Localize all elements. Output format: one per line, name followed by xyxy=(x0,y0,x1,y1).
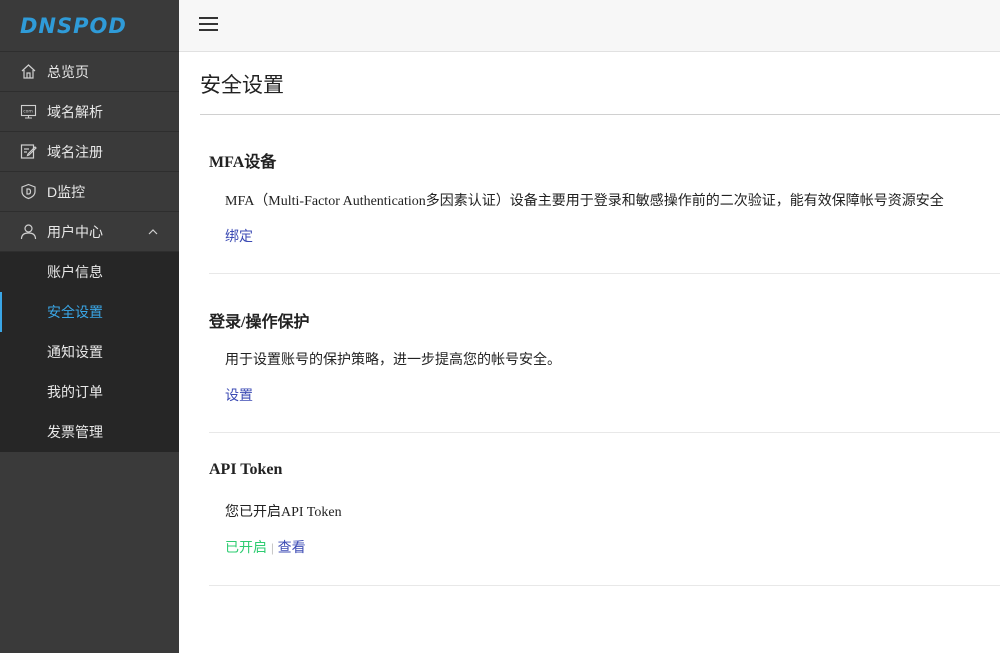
sidebar-subitem-label: 安全设置 xyxy=(47,304,103,320)
sidebar-item-label: D监控 xyxy=(47,183,86,200)
sidebar-item-label: 用户中心 xyxy=(47,223,103,240)
top-bar xyxy=(179,0,1000,52)
shield-icon xyxy=(20,183,37,200)
dns-icon: com xyxy=(20,103,37,120)
sidebar-subitem-invoice-management[interactable]: 发票管理 xyxy=(0,412,179,452)
logo-text: DNSPOD xyxy=(20,13,127,38)
sidebar-subitem-notification-settings[interactable]: 通知设置 xyxy=(0,332,179,372)
page-header: 安全设置 xyxy=(200,52,1000,115)
view-api-token-link[interactable]: 查看 xyxy=(278,541,306,556)
edit-icon xyxy=(20,143,37,160)
section-title: API Token xyxy=(209,461,283,478)
sidebar-item-label: 域名注册 xyxy=(47,143,103,160)
bind-mfa-link[interactable]: 绑定 xyxy=(225,230,253,245)
home-icon xyxy=(20,63,37,80)
login-protection-section: 登录/操作保护 用于设置账号的保护策略，进一步提高您的帐号安全。 设置 xyxy=(209,274,1000,433)
sidebar-subitem-my-orders[interactable]: 我的订单 xyxy=(0,372,179,412)
chevron-up-icon xyxy=(148,229,158,235)
mfa-section: MFA设备 MFA（Multi-Factor Authentication多因素… xyxy=(209,114,1000,274)
main-content: 安全设置 MFA设备 MFA（Multi-Factor Authenticati… xyxy=(179,52,1000,653)
sidebar-item-label: 域名解析 xyxy=(47,103,103,120)
sidebar-item-label: 总览页 xyxy=(47,63,89,80)
sidebar-subitem-label: 发票管理 xyxy=(47,424,103,440)
action-separator: | xyxy=(271,540,274,555)
page-title: 安全设置 xyxy=(200,74,284,97)
section-title: 登录/操作保护 xyxy=(209,314,310,331)
section-description: 您已开启API Token xyxy=(225,505,342,520)
brand-logo[interactable]: DNSPOD xyxy=(0,0,179,52)
sidebar-subitem-label: 我的订单 xyxy=(47,384,103,400)
sidebar-item-overview[interactable]: 总览页 xyxy=(0,52,179,92)
menu-toggle-icon[interactable] xyxy=(199,17,219,33)
protection-settings-link[interactable]: 设置 xyxy=(225,389,253,404)
sidebar-item-domain-register[interactable]: 域名注册 xyxy=(0,132,179,172)
sidebar-subitem-security-settings[interactable]: 安全设置 xyxy=(0,292,179,332)
section-description: MFA（Multi-Factor Authentication多因素认证）设备主… xyxy=(225,194,944,209)
svg-text:com: com xyxy=(23,110,33,115)
section-description: 用于设置账号的保护策略，进一步提高您的帐号安全。 xyxy=(225,353,561,368)
api-token-status: 已开启 xyxy=(225,541,267,556)
sidebar-subitem-account-info[interactable]: 账户信息 xyxy=(0,252,179,292)
section-actions: 已开启 | 查看 xyxy=(225,537,306,557)
section-actions: 设置 xyxy=(225,385,253,405)
user-center-subnav: 账户信息 安全设置 通知设置 我的订单 发票管理 xyxy=(0,252,179,452)
section-title: MFA设备 xyxy=(209,154,277,171)
api-token-section: API Token 您已开启API Token 已开启 | 查看 xyxy=(209,433,1000,586)
section-actions: 绑定 xyxy=(225,226,253,246)
sidebar-subitem-label: 通知设置 xyxy=(47,344,103,360)
sidebar-item-dns[interactable]: com 域名解析 xyxy=(0,92,179,132)
sidebar-subitem-label: 账户信息 xyxy=(47,264,103,280)
sidebar-item-d-monitor[interactable]: D监控 xyxy=(0,172,179,212)
user-icon xyxy=(20,223,37,240)
sidebar-item-user-center[interactable]: 用户中心 xyxy=(0,212,179,252)
sidebar: DNSPOD 总览页 com 域名解析 域名注册 D监控 用户中心 账户信息 安… xyxy=(0,0,179,653)
